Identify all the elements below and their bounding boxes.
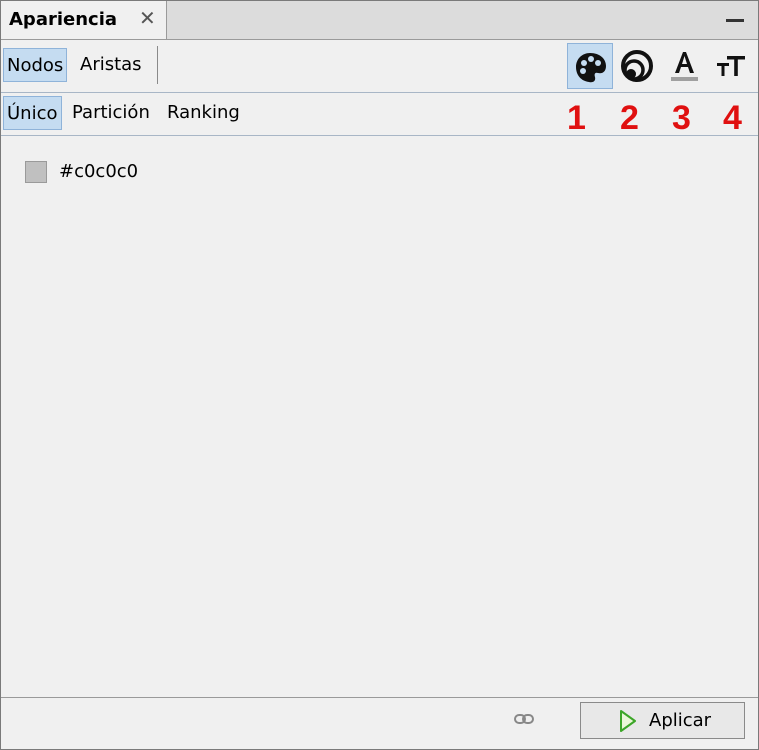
tab-title: Apariencia [9, 9, 118, 30]
size-transformer-button[interactable] [613, 43, 659, 89]
mode-toolbar: Único Partición Ranking [1, 93, 758, 136]
color-value-label: #c0c0c0 [59, 161, 139, 182]
color-swatch[interactable] [25, 161, 47, 183]
link-icon[interactable] [514, 712, 534, 726]
appearance-panel: Apariencia ✕ Nodos Aristas Único Partici… [0, 0, 759, 750]
label-color-transformer-button[interactable] [661, 43, 707, 89]
tab-unique[interactable]: Único [3, 96, 62, 130]
minimize-icon[interactable] [726, 19, 744, 22]
tab-ranking[interactable]: Ranking [164, 96, 243, 130]
color-transformer-button[interactable] [567, 43, 613, 89]
apply-button[interactable]: Aplicar [580, 702, 745, 739]
element-toolbar: Nodos Aristas [1, 40, 758, 93]
tab-bar: Apariencia ✕ [1, 1, 758, 40]
label-color-icon [671, 52, 698, 81]
annotation-number-4: 4 [723, 99, 742, 137]
play-icon [620, 710, 636, 732]
tab-appearance[interactable]: Apariencia ✕ [1, 1, 167, 39]
annotation-number-1: 1 [567, 99, 586, 137]
tab-nodes[interactable]: Nodos [3, 48, 68, 82]
label-size-icon [717, 56, 745, 76]
annotation-number-3: 3 [672, 99, 691, 137]
apply-button-label: Aplicar [649, 710, 712, 731]
annotation-number-2: 2 [620, 99, 639, 137]
close-icon[interactable]: ✕ [139, 6, 156, 30]
toolbar-divider [157, 46, 158, 84]
label-size-transformer-button[interactable] [708, 43, 754, 89]
tab-edges[interactable]: Aristas [77, 48, 145, 82]
tab-partition[interactable]: Partición [69, 96, 153, 130]
size-rings-icon [621, 50, 653, 82]
palette-icon [576, 53, 606, 83]
